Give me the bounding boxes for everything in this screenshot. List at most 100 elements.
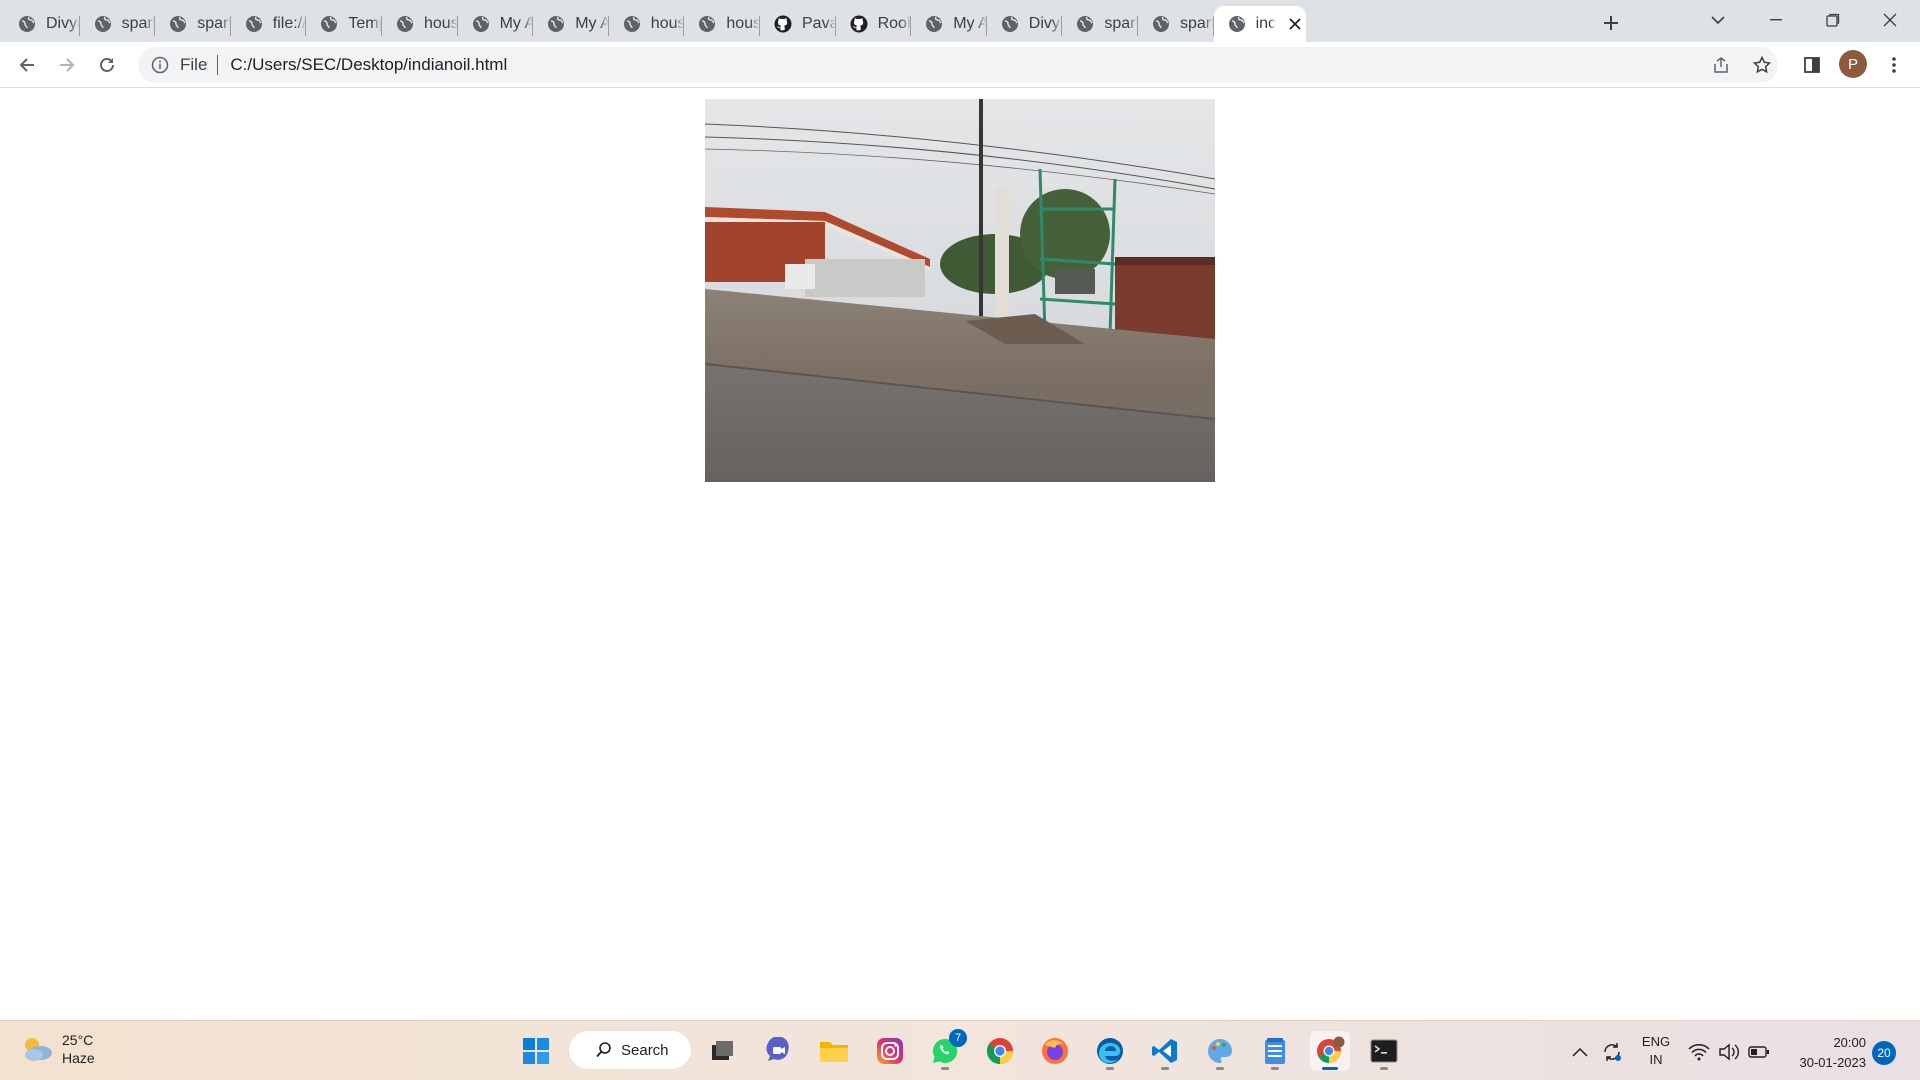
show-hidden-icons-button[interactable] <box>1568 1041 1592 1063</box>
task-view-button[interactable] <box>702 1031 742 1071</box>
globe-icon <box>18 15 36 33</box>
battery-button[interactable] <box>1747 1041 1771 1063</box>
tab[interactable]: Pavan <box>760 6 836 42</box>
windows-taskbar: 25°C Haze Search 7 ENG IN 20:00 30-01-20… <box>0 1020 1920 1080</box>
back-button[interactable] <box>11 49 43 81</box>
volume-button[interactable] <box>1717 1041 1741 1063</box>
notepad-button[interactable] <box>1255 1031 1295 1071</box>
whatsapp-button[interactable]: 7 <box>925 1029 967 1071</box>
side-panel-icon <box>1804 57 1820 73</box>
bookmark-button[interactable] <box>1750 53 1774 77</box>
sync-tray-button[interactable] <box>1600 1041 1624 1063</box>
tab[interactable]: house <box>382 6 458 42</box>
minimize-button[interactable] <box>1748 0 1804 40</box>
firefox-button[interactable] <box>1035 1031 1075 1071</box>
tab[interactable]: house <box>609 6 685 42</box>
weather-condition: Haze <box>62 1050 95 1066</box>
chrome-profile-button[interactable] <box>1310 1031 1350 1071</box>
globe-icon <box>1076 15 1094 33</box>
tab-search-button[interactable] <box>1690 0 1746 40</box>
reload-button[interactable] <box>91 49 123 81</box>
terminal-button[interactable] <box>1364 1031 1404 1071</box>
arrow-right-icon <box>60 58 75 72</box>
notification-count-badge[interactable]: 20 <box>1872 1041 1896 1065</box>
globe-icon <box>320 15 338 33</box>
profile-avatar[interactable]: P <box>1839 50 1867 78</box>
tab[interactable]: sparta <box>80 6 156 42</box>
language-indicator[interactable]: ENG IN <box>1638 1033 1674 1069</box>
windows-start-icon <box>523 1038 549 1064</box>
chrome-button[interactable] <box>980 1031 1020 1071</box>
tab[interactable]: file:/// <box>231 6 307 42</box>
tab[interactable]: My Ar <box>458 6 534 42</box>
clock[interactable]: 20:00 30-01-2023 <box>1788 1033 1867 1073</box>
tab[interactable]: My Ar <box>911 6 987 42</box>
tab[interactable]: sparta <box>155 6 231 42</box>
github-icon <box>774 15 792 33</box>
search-icon <box>596 1042 611 1058</box>
globe-icon <box>547 15 565 33</box>
close-window-button[interactable] <box>1862 0 1918 40</box>
wifi-icon <box>1688 1044 1710 1061</box>
reload-icon <box>100 58 114 72</box>
forward-button[interactable] <box>51 49 83 81</box>
tab-label: Templ <box>348 15 382 32</box>
tab[interactable]: sparta <box>1062 6 1138 42</box>
tab[interactable]: Templ <box>306 6 382 42</box>
wifi-button[interactable] <box>1687 1041 1711 1063</box>
close-icon <box>1883 13 1897 27</box>
tab-label: file:/// <box>272 15 307 32</box>
tab-label: house <box>726 15 760 32</box>
share-button[interactable] <box>1709 53 1733 77</box>
folder-icon <box>820 1042 848 1062</box>
tab[interactable]: house <box>684 6 760 42</box>
weather-widget[interactable]: 25°C Haze <box>20 1031 95 1067</box>
menu-button[interactable] <box>1878 49 1910 81</box>
file-explorer-button[interactable] <box>814 1031 854 1071</box>
tab-label: My Ar <box>575 15 609 32</box>
tab-label: Pavan <box>802 15 836 32</box>
chevron-down-icon <box>1711 16 1725 25</box>
restore-button[interactable] <box>1805 0 1861 40</box>
chat-button[interactable] <box>758 1031 798 1071</box>
vscode-button[interactable] <box>1145 1031 1185 1071</box>
task-view-icon <box>712 1041 733 1060</box>
globe-icon <box>472 15 490 33</box>
tab[interactable]: My Ar <box>533 6 609 42</box>
instagram-button[interactable] <box>870 1031 910 1071</box>
tab[interactable]: Divyan <box>4 6 80 42</box>
tab-label: sparta <box>121 15 156 32</box>
tab-active[interactable]: inc <box>1213 6 1306 42</box>
region-label: IN <box>1649 1052 1663 1067</box>
tab[interactable]: Divyan <box>987 6 1063 42</box>
globe-icon <box>94 15 112 33</box>
edge-button[interactable] <box>1090 1031 1130 1071</box>
browser-toolbar: File C:/Users/SEC/Desktop/indianoil.html… <box>0 42 1920 88</box>
tab-label: sparta <box>197 15 231 32</box>
site-info-icon[interactable] <box>150 55 170 75</box>
side-panel-button[interactable] <box>1796 49 1828 81</box>
globe-icon <box>1228 15 1246 33</box>
tab-label: house <box>424 15 458 32</box>
firefox-icon <box>1042 1038 1068 1064</box>
github-icon <box>850 15 868 33</box>
terminal-icon <box>1370 1039 1398 1063</box>
globe-icon <box>623 15 641 33</box>
weather-temperature: 25°C <box>62 1032 94 1048</box>
paint-button[interactable] <box>1200 1031 1240 1071</box>
globe-icon <box>245 15 263 33</box>
globe-icon <box>169 15 187 33</box>
url-text[interactable]: C:/Users/SEC/Desktop/indianoil.html <box>230 55 507 75</box>
taskbar-search[interactable]: Search <box>569 1031 691 1069</box>
tab[interactable]: Roobe <box>836 6 912 42</box>
petrol-station-photo <box>705 99 1215 482</box>
start-button[interactable] <box>516 1031 556 1071</box>
close-tab-button[interactable] <box>1286 15 1304 33</box>
tab[interactable]: sparta <box>1138 6 1214 42</box>
star-icon <box>1753 56 1771 74</box>
tab-label: Divyan <box>46 15 80 32</box>
instagram-icon <box>877 1038 903 1064</box>
address-bar[interactable]: File C:/Users/SEC/Desktop/indianoil.html <box>138 47 1778 83</box>
chrome-icon <box>986 1038 1013 1065</box>
new-tab-button[interactable] <box>1596 8 1626 38</box>
